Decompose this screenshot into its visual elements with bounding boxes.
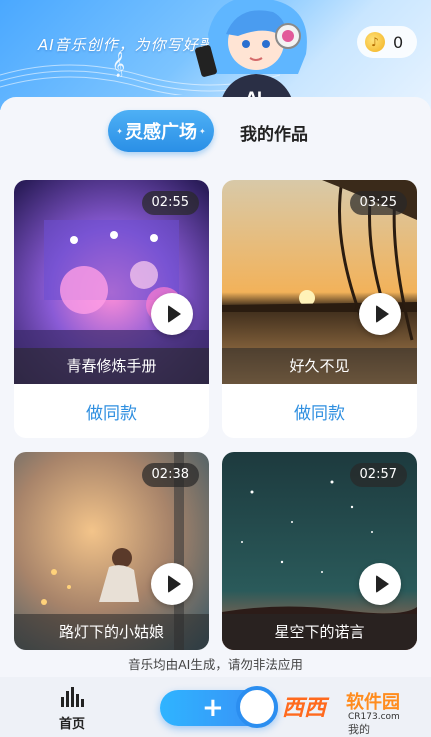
ai-disclaimer: 音乐均由AI生成，请勿非法应用 (128, 657, 303, 672)
nav-home[interactable]: 首页 (50, 687, 94, 732)
tab-inspiration-label: 灵感广场 (125, 122, 197, 143)
song-thumbnail[interactable]: 03:25 好久不见 (222, 180, 417, 384)
song-title: 星空下的诺言 (222, 614, 417, 650)
watermark-logo-text: 西西 (282, 696, 327, 721)
song-card[interactable]: 03:25 好久不见 做同款 (222, 180, 417, 438)
tab-inspiration-square[interactable]: 灵感广场 (108, 110, 214, 152)
play-icon (167, 305, 181, 323)
song-card[interactable]: 02:57 星空下的诺言 (222, 452, 417, 650)
song-thumbnail[interactable]: 02:55 青春修炼手册 (14, 180, 209, 384)
song-card[interactable]: 02:55 青春修炼手册 做同款 (14, 180, 209, 438)
watermark-site-name: 软件园 (346, 692, 400, 713)
song-title: 好久不见 (222, 348, 417, 384)
song-title: 路灯下的小姑娘 (14, 614, 209, 650)
header-banner: AI音乐创作，为你写好歌 𝄞 AI ♪ 0 (0, 0, 431, 110)
play-button[interactable] (151, 293, 193, 335)
play-icon (375, 305, 389, 323)
song-title: 青春修炼手册 (14, 348, 209, 384)
main-content: 灵感广场 我的作品 02:55 青春修炼手册 (0, 97, 431, 677)
play-button[interactable] (151, 563, 193, 605)
watermark-url: CR173.com (348, 712, 400, 722)
make-same-button[interactable]: 做同款 (222, 384, 417, 438)
play-icon (167, 575, 181, 593)
equalizer-icon (50, 687, 94, 707)
coin-count: 0 (393, 32, 404, 52)
song-thumbnail[interactable]: 02:57 星空下的诺言 (222, 452, 417, 650)
site-watermark: 西西 软件园 CR173.com (236, 686, 418, 728)
duration-badge: 03:25 (349, 191, 407, 215)
music-coin-icon: ♪ (365, 32, 385, 52)
duration-badge: 02:38 (141, 463, 199, 487)
song-card[interactable]: 02:38 路灯下的小姑娘 (14, 452, 209, 650)
watermark-logo-icon (236, 686, 278, 728)
play-button[interactable] (359, 563, 401, 605)
tab-bar: 灵感广场 我的作品 (0, 110, 431, 154)
song-thumbnail[interactable]: 02:38 路灯下的小姑娘 (14, 452, 209, 650)
coin-balance[interactable]: ♪ 0 (357, 26, 417, 58)
duration-badge: 02:55 (141, 191, 199, 215)
duration-badge: 02:57 (349, 463, 407, 487)
play-icon (375, 575, 389, 593)
nav-home-label: 首页 (58, 717, 85, 732)
play-button[interactable] (359, 293, 401, 335)
plus-icon: + (202, 693, 224, 723)
ai-singer-illustration: AI (195, 0, 307, 110)
tab-my-works[interactable]: 我的作品 (240, 120, 308, 145)
make-same-button[interactable]: 做同款 (14, 384, 209, 438)
treble-clef-icon: 𝄞 (112, 52, 126, 77)
